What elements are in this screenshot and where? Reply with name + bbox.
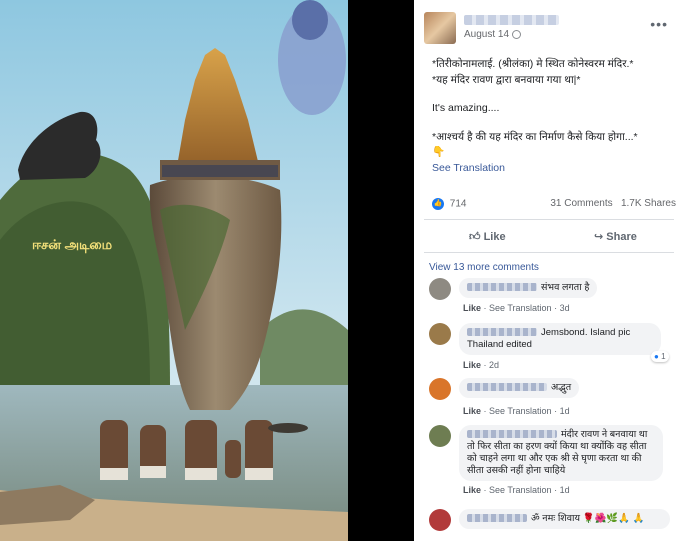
comment-like-link[interactable]: Like [463, 485, 481, 495]
commenter-name-redacted[interactable] [467, 283, 537, 292]
comment-bubble: मंदीर रावण ने बनवाया था तो फिर सीता का ह… [459, 425, 663, 481]
comment-actions: Like · See Translation · 1d [463, 406, 570, 416]
post-date[interactable]: August 14 [464, 29, 509, 40]
comment-bubble: अद्भुत [459, 378, 580, 398]
thumbs-up-icon: 👍︎ [469, 231, 481, 243]
comment-text: संभव लगता है [541, 282, 590, 293]
post-panel: August 14 ••• *तिरीकोनामलाई. (श्रीलंका) … [414, 0, 682, 541]
thumbs-up-icon: ● [654, 352, 659, 361]
comment-like-link[interactable]: Like [463, 303, 481, 313]
commenter-name-redacted[interactable] [467, 383, 547, 392]
commenter-name-redacted[interactable] [467, 430, 557, 439]
comment: संभव लगता है Like · See Translation · 3d [429, 278, 669, 318]
comment: अद्भुत Like · See Translation · 1d [429, 378, 669, 418]
commenter-avatar[interactable] [429, 509, 451, 531]
post-image[interactable]: ஈசன் அடிமை [0, 0, 414, 541]
commenter-avatar[interactable] [429, 378, 451, 400]
post-line-3: It's amazing.... [432, 102, 500, 114]
post-actions: 👍︎ Like ↪ Share [424, 226, 674, 248]
reaction-count: 1 [661, 352, 666, 361]
post-line-2: *यह मंदिर रावण द्वारा बनवाया गया था|* [432, 73, 581, 86]
thumbs-up-icon: 👍 [432, 198, 444, 210]
comment-age: 2d [489, 360, 500, 370]
comment-like-link[interactable]: Like [463, 406, 481, 416]
author-avatar[interactable] [424, 12, 456, 44]
post-line-4: *आश्चर्य है की यह मंदिर का निर्माण कैसे … [432, 130, 638, 143]
comment-see-translation[interactable]: See Translation [489, 485, 552, 495]
comment: ॐ नमः शिवाय 🌹🌺🌿🙏 🙏 [429, 509, 670, 539]
comments-count[interactable]: 31 Comments [550, 198, 612, 209]
comment: मंदीर रावण ने बनवाया था तो फिर सीता का ह… [429, 425, 669, 500]
comment-actions: Like · See Translation · 1d [463, 485, 570, 495]
globe-icon [512, 30, 521, 39]
more-options-icon[interactable]: ••• [650, 16, 668, 32]
view-more-comments-link[interactable]: View 13 more comments [429, 262, 539, 273]
comment-age: 1d [559, 406, 570, 416]
like-label: Like [483, 231, 506, 243]
commenter-avatar[interactable] [429, 323, 451, 345]
comment-age: 1d [559, 485, 570, 495]
share-arrow-icon: ↪ [594, 231, 604, 243]
commenter-name-redacted[interactable] [467, 514, 527, 523]
likes-count[interactable]: 714 [450, 199, 467, 210]
comment-age: 3d [559, 303, 570, 313]
post-line-1: *तिरीकोनामलाई. (श्रीलंका) मे स्थित कोनेस… [432, 58, 634, 70]
commenter-avatar[interactable] [429, 425, 451, 447]
comment-reaction[interactable]: ● 1 [651, 351, 669, 362]
comment-text: अद्भुत [551, 382, 572, 393]
post-header: August 14 ••• [424, 12, 674, 46]
comment-bubble: Jemsbond. Island pic Thailand edited [459, 323, 661, 355]
pointing-down-emoji: 👇 [432, 146, 446, 158]
comment-see-translation[interactable]: See Translation [489, 406, 552, 416]
comment-bubble: ॐ नमः शिवाय 🌹🌺🌿🙏 🙏 [459, 509, 670, 529]
like-button[interactable]: 👍︎ Like [469, 230, 506, 243]
author-name-redacted[interactable] [464, 15, 559, 25]
share-button[interactable]: ↪ Share [594, 230, 637, 243]
share-label: Share [606, 231, 637, 243]
comment-bubble: संभव लगता है [459, 278, 598, 298]
comment-actions: Like · 2d [463, 360, 500, 370]
comment-see-translation[interactable]: See Translation [489, 303, 552, 313]
commenter-name-redacted[interactable] [467, 328, 537, 337]
image-watermark: ஈசன் அடிமை [32, 237, 113, 252]
divider [424, 219, 674, 220]
see-translation-link[interactable]: See Translation [432, 162, 672, 176]
comment-like-link[interactable]: Like [463, 360, 481, 370]
comment: Jemsbond. Island pic Thailand edited ● 1… [429, 323, 669, 373]
divider [424, 252, 674, 253]
comment-actions: Like · See Translation · 3d [463, 303, 570, 313]
shares-count[interactable]: 1.7K Shares [621, 198, 676, 209]
post-stats: 👍 714 31 Comments 1.7K Shares [432, 198, 676, 212]
comment-text: ॐ नमः शिवाय 🌹🌺🌿🙏 🙏 [531, 513, 645, 524]
post-text: *तिरीकोनामलाई. (श्रीलंका) मे स्थित कोनेस… [432, 58, 672, 175]
commenter-avatar[interactable] [429, 278, 451, 300]
